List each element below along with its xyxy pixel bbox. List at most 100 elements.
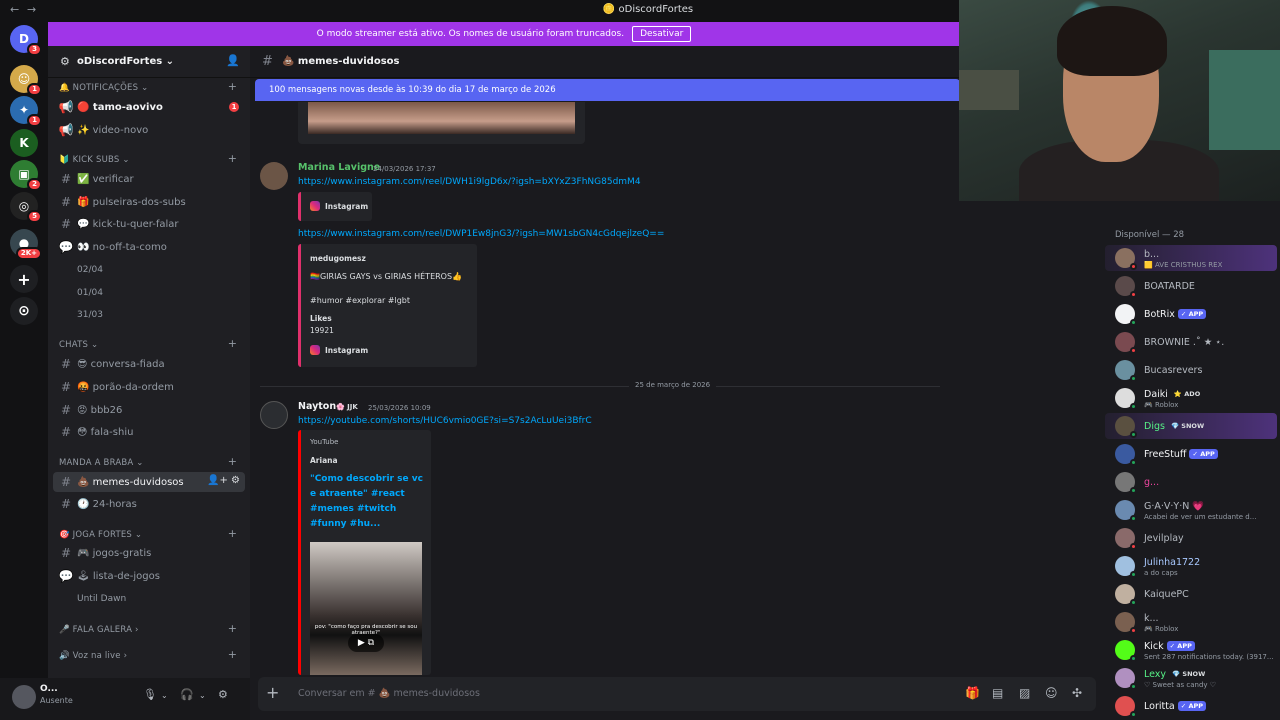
member-item[interactable]: Kick ✓ APP Sent 287 notifications today. (… xyxy=(1105,637,1277,663)
play-icon[interactable]: ▶ ⧉ xyxy=(348,634,384,652)
category-manda-a-braba[interactable]: MANDA A BRABA ⌄ xyxy=(59,458,144,468)
add-channel-icon[interactable]: + xyxy=(228,152,237,165)
channel-lista-de-jogos[interactable]: 💬 🕹 lista-de-jogos xyxy=(53,566,245,586)
add-server-icon[interactable]: + xyxy=(10,265,38,293)
category-notificacoes[interactable]: 🔔 NOTIFICAÇÕES ⌄ xyxy=(59,83,148,93)
add-channel-icon[interactable]: + xyxy=(228,455,237,468)
add-channel-icon[interactable]: + xyxy=(228,622,237,635)
gear-icon[interactable]: ⚙ xyxy=(218,688,228,701)
chevron-down-icon[interactable]: ⌄ xyxy=(199,691,206,700)
member-item[interactable]: FreeStuff ✓ APP xyxy=(1105,441,1277,467)
previous-embed-image[interactable] xyxy=(308,102,575,134)
embed-title[interactable]: #funny #hu... xyxy=(310,519,380,529)
headphones-icon[interactable]: 🎧 xyxy=(180,688,194,701)
server-icon[interactable]: ▣ 2 xyxy=(10,160,42,191)
message-link[interactable]: https://www.instagram.com/reel/DWP1Ew8jn… xyxy=(298,229,664,239)
apps-icon[interactable]: ✣ xyxy=(1072,686,1082,700)
add-channel-icon[interactable]: + xyxy=(228,648,237,661)
channel-kick-tu-quer-falar[interactable]: # 💬 kick-tu-quer-falar xyxy=(53,214,245,234)
embed-title[interactable]: "Como descobrir se vc xyxy=(310,474,423,484)
member-item[interactable]: k... 🎮 Roblox xyxy=(1105,609,1277,635)
message-composer[interactable]: + Conversar em # 💩 memes-duvidosos 🎁 ▤ ▨… xyxy=(258,677,1096,711)
category-chats[interactable]: CHATS ⌄ xyxy=(59,340,98,350)
channel-conversa-fiada[interactable]: # 😎 conversa-fiada xyxy=(53,354,245,374)
avatar[interactable] xyxy=(12,685,36,709)
channel-settings-icon[interactable]: 👤+ ⚙ xyxy=(207,475,240,486)
new-messages-bar[interactable]: 100 mensagens novas desde às 10:39 do di… xyxy=(255,79,960,101)
member-item[interactable]: g... xyxy=(1105,469,1277,495)
channel-fala-shiu[interactable]: # 😳 fala-shiu xyxy=(53,422,245,442)
thread-item[interactable]: Until Dawn xyxy=(77,594,126,604)
member-item[interactable]: Loritta ✓ APP xyxy=(1105,693,1277,719)
member-tag: 💎 SNOW xyxy=(1170,422,1205,430)
member-item[interactable]: G·A·V·Y·N 💗 Acabei de ver um estudante d.… xyxy=(1105,497,1277,523)
microphone-icon[interactable]: 🎙 xyxy=(143,688,157,701)
avatar[interactable] xyxy=(260,401,288,429)
link-embed[interactable]: medugomesz 🏳️‍🌈GIRIAS GAYS vs GIRIAS HÉT… xyxy=(298,244,477,367)
channel-jogos-gratis[interactable]: # 🎮 jogos-gratis xyxy=(53,543,245,563)
invite-icon[interactable]: 👤 xyxy=(226,54,240,67)
chevron-down-icon[interactable]: ⌄ xyxy=(161,691,168,700)
server-icon[interactable]: ☺ 1 xyxy=(10,65,42,96)
server-icon[interactable]: ◎ 5 xyxy=(10,192,42,223)
username[interactable]: O... xyxy=(40,684,58,694)
sticker-icon[interactable]: ▨ xyxy=(1019,686,1030,700)
embed-title[interactable]: e atraente" #react xyxy=(310,489,405,499)
link-embed[interactable]: Instagram xyxy=(298,192,372,221)
category-joga-fortes[interactable]: 🎯 JOGA FORTES ⌄ xyxy=(59,530,142,540)
member-item[interactable]: Digs 💎 SNOW xyxy=(1105,413,1277,439)
member-item[interactable]: Bucasrevers xyxy=(1105,357,1277,383)
embed-title[interactable]: #memes #twitch xyxy=(310,504,396,514)
server-icon[interactable]: ✦ 1 xyxy=(10,96,42,127)
category-voz-na-live[interactable]: 🔊 Voz na live › xyxy=(59,651,127,661)
server-icon[interactable]: K xyxy=(10,129,38,157)
member-item[interactable]: BOATARDE xyxy=(1105,273,1277,299)
channel-24-horas[interactable]: # 🕐 24-horas xyxy=(53,494,245,514)
member-item[interactable]: Julinha1722 a do caps xyxy=(1105,553,1277,579)
member-item[interactable]: BROWNIE .˚ ★ ⋆. xyxy=(1105,329,1277,355)
message-author[interactable]: Marina Lavigne xyxy=(298,162,380,173)
guild-tag[interactable]: 🌸 JJK xyxy=(336,403,358,411)
channel-pulseiras-dos-subs[interactable]: # 🎁 pulseiras-dos-subs xyxy=(53,192,245,212)
server-icon[interactable]: ● 2K+ xyxy=(10,229,42,260)
server-icon[interactable]: D3 xyxy=(10,25,42,56)
thread-item[interactable]: 31/03 xyxy=(77,310,103,320)
channel-porao-da-ordem[interactable]: # 🤬 porão-da-ordem xyxy=(53,377,245,397)
member-item[interactable]: BotRix ✓ APP xyxy=(1105,301,1277,327)
category-kick-subs[interactable]: 🔰 KICK SUBS ⌄ xyxy=(59,155,130,165)
video-thumbnail[interactable]: pov: "como faço pra descobrir se sou atr… xyxy=(310,542,422,675)
embed-author[interactable]: Ariana xyxy=(310,456,338,465)
thread-item[interactable]: 01/04 xyxy=(77,288,103,298)
member-item[interactable]: Daiki ⭐ ADO 🎮 Roblox xyxy=(1105,385,1277,411)
member-item[interactable]: Jevilplay xyxy=(1105,525,1277,551)
server-header[interactable]: ⚙ oDiscordFortes ⌄ 👤 xyxy=(48,46,250,78)
emoji-icon[interactable]: ☺ xyxy=(1045,686,1058,700)
member-item[interactable]: b... 🟨 AVE CRISTHUS REX xyxy=(1105,245,1277,271)
add-channel-icon[interactable]: + xyxy=(228,337,237,350)
channel-tamo-aovivo[interactable]: 📢 🔴 tamo-aovivo 1 xyxy=(53,97,245,117)
explore-icon[interactable]: ⊙ xyxy=(10,297,38,325)
server-name[interactable]: oDiscordFortes ⌄ xyxy=(77,56,174,67)
youtube-embed[interactable]: YouTube Ariana "Como descobrir se vc e a… xyxy=(298,430,431,675)
category-fala-galera[interactable]: 🎤 FALA GALERA › xyxy=(59,625,139,635)
channel-video-novo[interactable]: 📢 ✨ video-novo xyxy=(53,120,245,140)
channel-memes-duvidosos[interactable]: # 💩 memes-duvidosos 👤+ ⚙ xyxy=(53,472,245,492)
message-link[interactable]: https://www.instagram.com/reel/DWH1i9lgD… xyxy=(298,177,641,187)
add-channel-icon[interactable]: + xyxy=(228,527,237,540)
channel-bbb26[interactable]: # 😡 bbb26 xyxy=(53,400,245,420)
message-input[interactable]: Conversar em # 💩 memes-duvidosos xyxy=(298,688,480,699)
thread-item[interactable]: 02/04 xyxy=(77,265,103,275)
add-channel-icon[interactable]: + xyxy=(228,80,237,93)
avatar[interactable] xyxy=(260,162,288,190)
gift-icon[interactable]: 🎁 xyxy=(965,686,980,700)
member-item[interactable]: KaiquePC xyxy=(1105,581,1277,607)
channel-no-off-ta-como[interactable]: 💬 👀 no-off-ta-como xyxy=(53,237,245,257)
message-link[interactable]: https://youtube.com/shorts/HUC6vmio0GE?s… xyxy=(298,416,592,426)
channel-verificar[interactable]: # ✅ verificar xyxy=(53,169,245,189)
message-author[interactable]: Nayton xyxy=(298,401,336,412)
member-item[interactable]: Lexy 💎 SNOW ♡ Sweet as candy ♡ xyxy=(1105,665,1277,691)
disable-streamer-button[interactable]: Desativar xyxy=(632,26,692,42)
add-attachment-icon[interactable]: + xyxy=(266,683,279,702)
gif-icon[interactable]: ▤ xyxy=(992,686,1003,700)
embed-author[interactable]: medugomesz xyxy=(310,254,366,263)
